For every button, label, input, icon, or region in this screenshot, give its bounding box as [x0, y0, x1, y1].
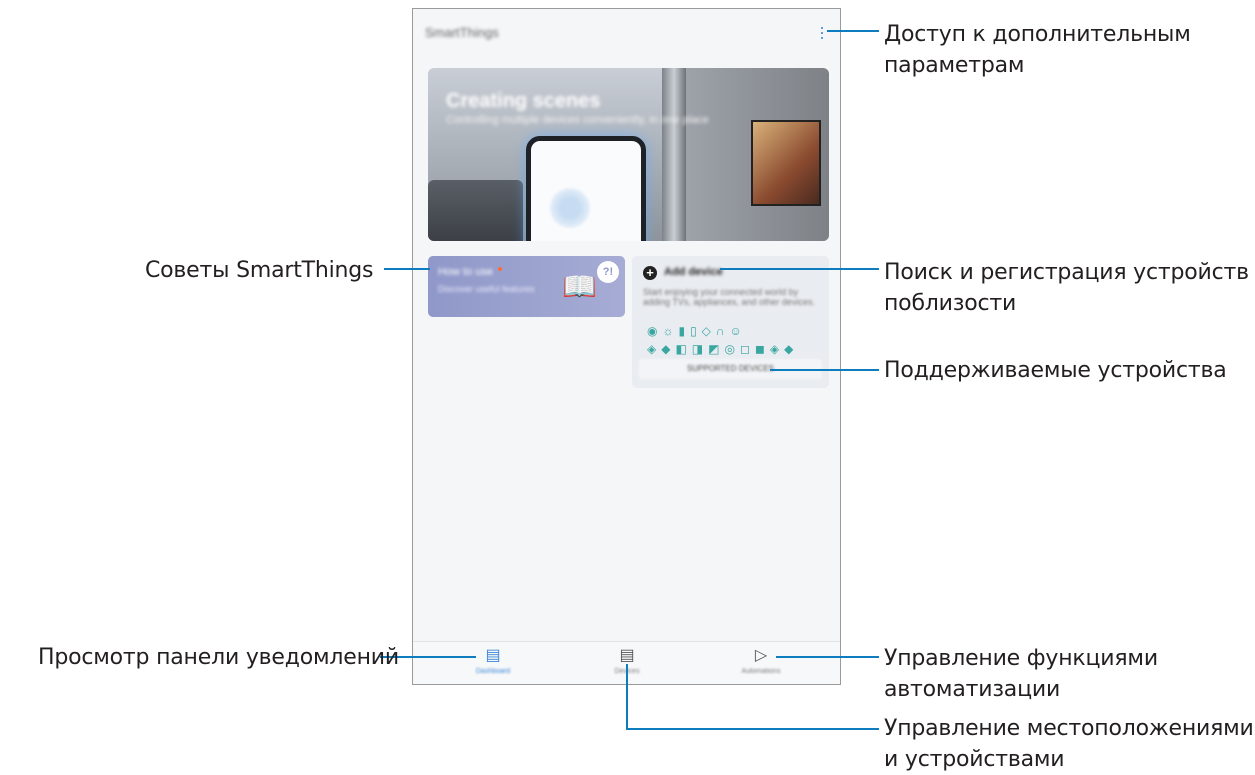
- callout-locations-devices: Управление местоположениями и устройства…: [884, 716, 1254, 772]
- banner-tower: [662, 68, 686, 241]
- callout-line-tips: [384, 268, 430, 270]
- callout-line-devices: [626, 728, 879, 730]
- callout-line-supported: [770, 369, 879, 371]
- tab-dashboard[interactable]: ▤ Dashboard: [463, 647, 523, 683]
- new-badge: [498, 267, 502, 271]
- tab-automations-label: Automations: [741, 668, 781, 675]
- devices-icon: ▤: [619, 647, 635, 664]
- callout-line-devices-vertical: [626, 664, 628, 729]
- callout-line-automations: [776, 656, 879, 658]
- callout-line-more: [827, 30, 879, 32]
- book-icon: 📖: [562, 271, 597, 302]
- smartthings-tips-card[interactable]: How to use Discover useful features 📖 ?!: [428, 256, 625, 317]
- add-icon[interactable]: +: [643, 266, 657, 280]
- supported-device-icons: ◉☼▮▯◇∩☺◈◆◧◨◩◎◻◼◈◆: [647, 324, 799, 356]
- callout-dashboard: Просмотр панели уведомлений: [38, 645, 399, 670]
- callout-supported-devices: Поддерживаемые устройства: [884, 358, 1227, 383]
- banner-sofa: [428, 180, 523, 241]
- device-screen: SmartThings Creating scenes Controlling …: [412, 8, 841, 685]
- callout-search-register: Поиск и регистрация устройств поблизости: [884, 260, 1249, 316]
- app-title: SmartThings: [425, 25, 499, 40]
- banner-phone: [526, 136, 646, 241]
- callout-more-options: Доступ к дополнительным параметрам: [884, 22, 1191, 78]
- tips-title: How to use: [438, 266, 494, 278]
- add-device-title: Add device: [664, 266, 723, 278]
- tab-automations[interactable]: ▷ Automations: [731, 647, 791, 683]
- banner-tv: [751, 120, 821, 206]
- banner-title: Creating scenes: [446, 90, 601, 112]
- callout-automations: Управление функциями автоматизации: [884, 646, 1158, 702]
- question-bubble-icon: ?!: [597, 261, 619, 283]
- add-device-description: Start enjoying your connected world by a…: [643, 287, 815, 307]
- phone-ring: [547, 185, 593, 231]
- tips-subtitle: Discover useful features: [438, 284, 535, 294]
- tab-dashboard-label: Dashboard: [475, 668, 511, 675]
- more-options-icon[interactable]: [820, 27, 824, 41]
- banner-subtitle: Controlling multiple devices convenientl…: [446, 114, 709, 126]
- callout-tips: Советы SmartThings: [145, 258, 374, 283]
- callout-line-search: [720, 268, 879, 270]
- scenes-banner[interactable]: Creating scenes Controlling multiple dev…: [428, 68, 829, 241]
